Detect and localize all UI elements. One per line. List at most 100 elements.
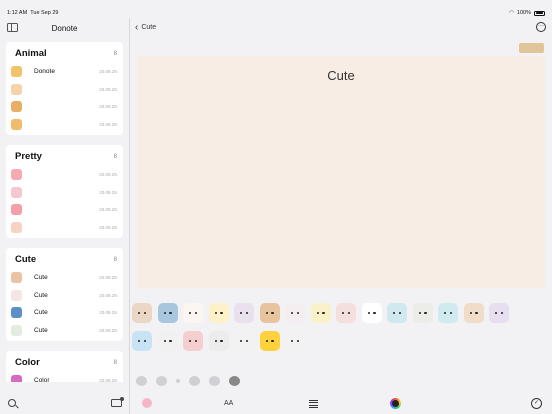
brush-icon[interactable]	[209, 376, 220, 386]
brush-icon[interactable]	[229, 376, 240, 386]
group-header[interactable]: Pretty 8	[6, 148, 123, 166]
note-list-item[interactable]: 20.09.29.	[6, 201, 123, 219]
note-list-item[interactable]: Donote 20.09.29.	[6, 63, 123, 81]
note-title: Color	[34, 377, 50, 382]
back-button[interactable]: ‹ Cute	[135, 22, 156, 33]
sticker-tool-icon[interactable]	[142, 398, 152, 408]
animal-sticker[interactable]	[234, 303, 254, 323]
more-options-icon[interactable]: ···	[536, 22, 546, 32]
note-list-item[interactable]: 20.09.29.	[6, 166, 123, 184]
animal-sticker[interactable]	[234, 330, 254, 351]
note-thumbnail	[11, 83, 22, 95]
note-title: Cute	[34, 309, 48, 317]
group-header[interactable]: Color 8	[6, 354, 123, 372]
brush-icon[interactable]	[189, 376, 200, 386]
note-list-item[interactable]: Cute 20.09.29.	[6, 322, 123, 340]
note-thumbnail	[11, 118, 22, 130]
group-count: 8	[113, 50, 117, 57]
note-date: 20.09.29.	[99, 121, 118, 127]
group-card[interactable]: Cute 8 Cute 20.09.29. Cute 20.09.29. Cute 20.09…	[6, 248, 123, 341]
sidebar-bottom-bar	[0, 394, 130, 414]
canvas-title: Cute	[327, 68, 355, 83]
animal-sticker[interactable]	[412, 303, 433, 323]
text-style-button[interactable]: AA	[224, 400, 233, 407]
group-count: 8	[113, 359, 117, 366]
brush-icon[interactable]	[156, 376, 167, 386]
note-list-item[interactable]: 20.09.29.	[6, 116, 123, 134]
animal-sticker[interactable]	[310, 303, 331, 323]
animal-sticker[interactable]	[361, 303, 382, 323]
animal-sticker[interactable]	[132, 303, 152, 323]
group-card[interactable]: Pretty 8 20.09.29. 20.09.29. 20.09.29. 20.09.…	[6, 145, 123, 238]
note-list-item[interactable]: Cute 20.09.29.	[6, 304, 123, 322]
group-name: Animal	[15, 48, 47, 59]
animal-sticker[interactable]	[336, 303, 356, 323]
align-icon[interactable]	[309, 400, 318, 408]
note-thumbnail	[11, 375, 22, 382]
group-card[interactable]: Color 8 Color 20.09.29.	[6, 351, 123, 382]
sticker-palette	[132, 303, 552, 358]
note-list-item[interactable]: Cute 20.09.29.	[6, 287, 123, 305]
note-title: Cute	[34, 291, 48, 299]
note-thumbnail	[11, 169, 22, 181]
back-label: Cute	[141, 24, 157, 31]
note-date: 20.09.29.	[99, 224, 118, 230]
note-title: Cute	[34, 274, 48, 282]
note-date: 20.09.29.	[99, 86, 118, 92]
group-header[interactable]: Animal 8	[6, 45, 123, 63]
battery-icon	[534, 10, 545, 16]
new-folder-icon[interactable]	[111, 397, 124, 407]
animal-sticker[interactable]	[157, 330, 178, 351]
note-date: 20.09.29.	[99, 104, 118, 110]
done-button[interactable]: ✓	[531, 398, 542, 409]
group-name: Cute	[15, 254, 37, 265]
note-title: Donote	[34, 68, 55, 76]
chevron-left-icon: ‹	[135, 22, 139, 33]
brush-icon[interactable]	[136, 376, 147, 386]
animal-sticker[interactable]	[438, 303, 458, 323]
note-list-item[interactable]: Color 20.09.29.	[6, 372, 123, 382]
animal-sticker[interactable]	[285, 330, 305, 351]
search-icon[interactable]	[8, 399, 16, 407]
status-bar: 1:12 AM Tue Sep 29 ◠ 100%	[0, 0, 552, 18]
group-count: 8	[113, 153, 117, 160]
animal-sticker[interactable]	[387, 303, 407, 323]
brush-icon[interactable]	[176, 379, 180, 383]
note-date: 20.09.29.	[99, 275, 118, 281]
group-header[interactable]: Cute 8	[6, 251, 123, 269]
note-group-list[interactable]: Animal 8 Donote 20.09.29. 20.09.29. 20.09.29.…	[6, 42, 123, 382]
note-list-item[interactable]: 20.09.29.	[6, 98, 123, 116]
note-thumbnail	[11, 221, 22, 233]
animal-sticker[interactable]	[157, 303, 178, 323]
note-date: 20.09.29.	[99, 172, 118, 178]
color-picker-icon[interactable]	[390, 398, 401, 409]
animal-sticker[interactable]	[132, 330, 152, 351]
note-list-item[interactable]: 20.09.29.	[6, 184, 123, 202]
sticker-stamp[interactable]	[519, 43, 544, 53]
animal-sticker[interactable]	[183, 303, 203, 323]
sticker-row	[132, 303, 552, 323]
note-list-item[interactable]: Cute 20.09.29.	[6, 269, 123, 287]
animal-sticker[interactable]	[183, 330, 203, 351]
status-time: 1:12 AM Tue Sep 29	[7, 10, 59, 16]
animal-sticker[interactable]	[259, 303, 280, 323]
sidebar-header: Donote	[0, 18, 129, 38]
note-list-item[interactable]: 20.09.29.	[6, 219, 123, 237]
note-list-item[interactable]: 20.09.29.	[6, 81, 123, 99]
sticker-row	[132, 330, 552, 351]
note-thumbnail	[11, 307, 22, 319]
animal-sticker[interactable]	[489, 303, 509, 323]
animal-sticker[interactable]	[463, 303, 484, 323]
animal-sticker[interactable]	[285, 303, 305, 323]
note-date: 20.09.29.	[99, 310, 118, 316]
animal-sticker[interactable]	[208, 303, 229, 323]
group-card[interactable]: Animal 8 Donote 20.09.29. 20.09.29. 20.09.29.…	[6, 42, 123, 135]
status-right: ◠ 100%	[509, 10, 545, 16]
editor-nav-bar: ‹ Cute ···	[130, 18, 552, 38]
sidebar-title: Donote	[51, 24, 78, 33]
note-date: 20.09.29.	[99, 378, 118, 382]
animal-sticker[interactable]	[208, 330, 229, 351]
editor-toolbar: AA ✓	[130, 394, 552, 414]
animal-sticker[interactable]	[259, 330, 280, 351]
drawing-canvas[interactable]: Cute	[137, 56, 545, 288]
